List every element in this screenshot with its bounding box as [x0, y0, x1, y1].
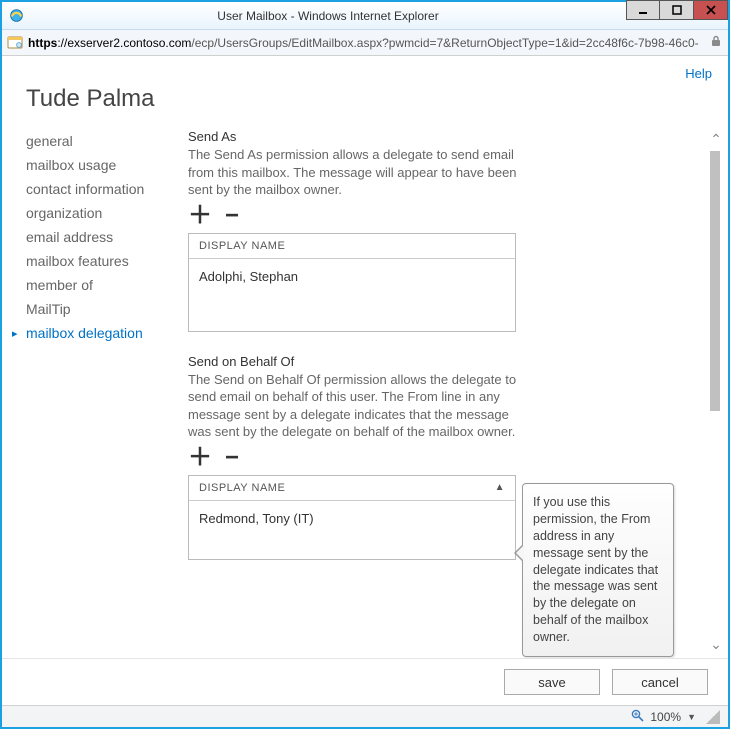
address-bar[interactable]: https://exserver2.contoso.com/ecp/UsersG…: [2, 30, 728, 56]
sidebar-item-general[interactable]: general: [26, 129, 188, 153]
scroll-down-icon[interactable]: ⌄: [708, 636, 724, 652]
send-on-behalf-desc: The Send on Behalf Of permission allows …: [188, 371, 518, 441]
cancel-button[interactable]: cancel: [612, 669, 708, 695]
list-item[interactable]: Redmond, Tony (IT): [199, 509, 505, 528]
sidebar-item-organization[interactable]: organization: [26, 201, 188, 225]
footer-buttons: save cancel: [2, 658, 728, 705]
content-area: Help Tude Palma general mailbox usage co…: [2, 56, 728, 727]
send-on-behalf-title: Send on Behalf Of: [188, 354, 664, 369]
window-controls: [626, 2, 728, 29]
window-title: User Mailbox - Windows Internet Explorer: [30, 9, 626, 23]
send-on-behalf-list: DISPLAY NAME ▲ Redmond, Tony (IT): [188, 475, 516, 560]
list-item[interactable]: Adolphi, Stephan: [199, 267, 505, 286]
maximize-button[interactable]: [660, 0, 694, 20]
zoom-dropdown-icon[interactable]: ▼: [687, 712, 696, 722]
help-link[interactable]: Help: [685, 66, 712, 81]
sidebar-item-mailbox-delegation[interactable]: mailbox delegation: [26, 321, 188, 345]
title-bar: User Mailbox - Windows Internet Explorer: [2, 2, 728, 30]
minimize-button[interactable]: [626, 0, 660, 20]
sidebar-item-mailbox-features[interactable]: mailbox features: [26, 249, 188, 273]
send-as-column-header[interactable]: DISPLAY NAME: [189, 234, 515, 259]
scroll-up-icon[interactable]: ⌃: [708, 131, 724, 147]
send-as-add-button[interactable]: ＋: [188, 207, 208, 225]
page-icon: [6, 34, 24, 52]
send-as-list: DISPLAY NAME Adolphi, Stephan: [188, 233, 516, 332]
sidebar-nav: general mailbox usage contact informatio…: [2, 129, 188, 658]
main-panel: Send As The Send As permission allows a …: [188, 129, 704, 658]
send-on-behalf-add-button[interactable]: ＋: [188, 449, 208, 467]
sidebar-item-mailbox-usage[interactable]: mailbox usage: [26, 153, 188, 177]
vertical-scrollbar[interactable]: ⌃ ⌄: [704, 129, 728, 658]
ie-favicon: [8, 8, 24, 24]
window-frame: User Mailbox - Windows Internet Explorer…: [0, 0, 730, 729]
send-as-col-label: DISPLAY NAME: [199, 240, 285, 252]
sort-asc-icon: ▲: [495, 482, 505, 493]
sidebar-item-mailtip[interactable]: MailTip: [26, 297, 188, 321]
section-send-as: Send As The Send As permission allows a …: [188, 129, 664, 332]
resize-grip[interactable]: [706, 710, 720, 724]
save-button[interactable]: save: [504, 669, 600, 695]
send-on-behalf-column-header[interactable]: DISPLAY NAME ▲: [189, 476, 515, 501]
send-as-title: Send As: [188, 129, 664, 144]
status-bar: 100% ▼: [2, 705, 728, 727]
sidebar-item-email-address[interactable]: email address: [26, 225, 188, 249]
page-title: Tude Palma: [2, 81, 728, 129]
close-button[interactable]: [694, 0, 728, 20]
sidebar-item-contact-information[interactable]: contact information: [26, 177, 188, 201]
lock-icon: [708, 35, 724, 50]
scroll-thumb[interactable]: [710, 151, 720, 411]
send-on-behalf-col-label: DISPLAY NAME: [199, 482, 285, 494]
sidebar-item-member-of[interactable]: member of: [26, 273, 188, 297]
tooltip-callout: If you use this permission, the From add…: [522, 483, 674, 657]
send-as-remove-button[interactable]: −: [222, 207, 242, 225]
url-text: https://exserver2.contoso.com/ecp/UsersG…: [28, 36, 708, 50]
zoom-level[interactable]: 100%: [650, 710, 681, 724]
zoom-icon[interactable]: [631, 709, 644, 725]
send-on-behalf-remove-button[interactable]: −: [222, 449, 242, 467]
send-as-desc: The Send As permission allows a delegate…: [188, 146, 518, 199]
